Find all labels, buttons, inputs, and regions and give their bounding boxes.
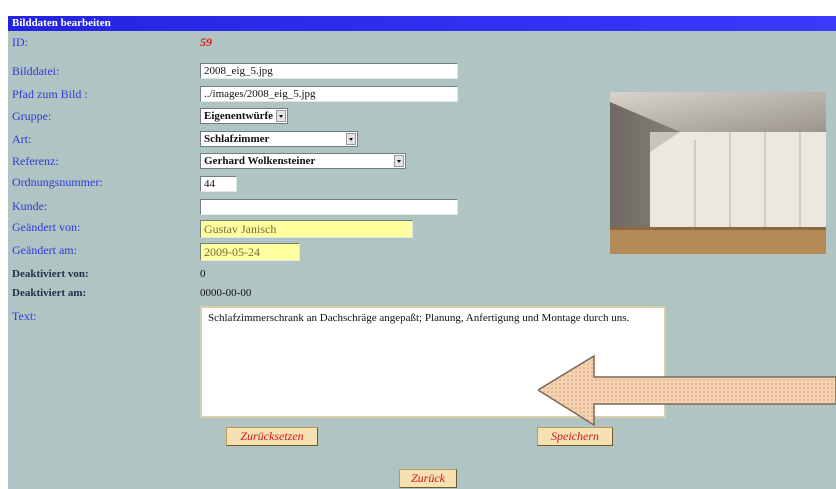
page-title: Bilddaten bearbeiten	[12, 17, 111, 29]
label-deaktiviert-von: Deaktiviert von:	[12, 268, 89, 280]
id-value: 59	[200, 35, 212, 49]
gruppe-selected: Eigenentwürfe	[204, 110, 274, 122]
label-geaendert-von: Geändert von:	[12, 220, 81, 234]
label-pfad: Pfad zum Bild :	[12, 87, 88, 101]
title-bar: Bilddaten bearbeiten	[8, 16, 836, 31]
pfad-input[interactable]: ../images/2008_eig_5.jpg	[200, 86, 458, 102]
label-gruppe: Gruppe:	[12, 109, 52, 123]
deaktiviert-von-value: 0	[200, 268, 206, 280]
chevron-down-icon[interactable]	[346, 133, 356, 145]
label-id: ID:	[12, 35, 28, 49]
geaendert-von-field: Gustav Janisch	[200, 220, 413, 238]
label-art: Art:	[12, 132, 32, 146]
label-text: Text:	[12, 309, 37, 323]
chevron-down-icon[interactable]	[394, 155, 404, 167]
label-deaktiviert-am: Deaktiviert am:	[12, 287, 87, 299]
image-preview	[610, 92, 826, 254]
label-referenz: Referenz:	[12, 154, 59, 168]
art-select[interactable]: Schlafzimmer	[200, 131, 358, 147]
back-button[interactable]: Zurück	[399, 469, 457, 488]
referenz-select[interactable]: Gerhard Wolkensteiner	[200, 153, 406, 169]
geaendert-am-field: 2009-05-24	[200, 243, 300, 261]
wardrobe-photo	[610, 92, 826, 254]
reset-button[interactable]: Zurücksetzen	[226, 427, 318, 446]
chevron-down-icon[interactable]	[276, 110, 286, 122]
art-selected: Schlafzimmer	[204, 133, 270, 145]
edit-image-panel: Bilddaten bearbeiten ID: Bilddatei: Pfad…	[8, 16, 836, 489]
label-bilddatei: Bilddatei:	[12, 64, 60, 78]
kunde-input[interactable]	[200, 199, 458, 215]
referenz-selected: Gerhard Wolkensteiner	[204, 155, 316, 167]
gruppe-select[interactable]: Eigenentwürfe	[200, 108, 288, 124]
bilddatei-input[interactable]: 2008_eig_5.jpg	[200, 63, 458, 79]
label-geaendert-am: Geändert am:	[12, 243, 77, 257]
label-kunde: Kunde:	[12, 199, 48, 213]
save-button[interactable]: Speichern	[537, 427, 613, 446]
ordnungsnummer-input[interactable]: 44	[200, 176, 237, 192]
arrow-left-icon	[538, 354, 836, 427]
deaktiviert-am-value: 0000-00-00	[200, 287, 252, 299]
label-ordnungsnummer: Ordnungsnummer:	[12, 175, 103, 189]
